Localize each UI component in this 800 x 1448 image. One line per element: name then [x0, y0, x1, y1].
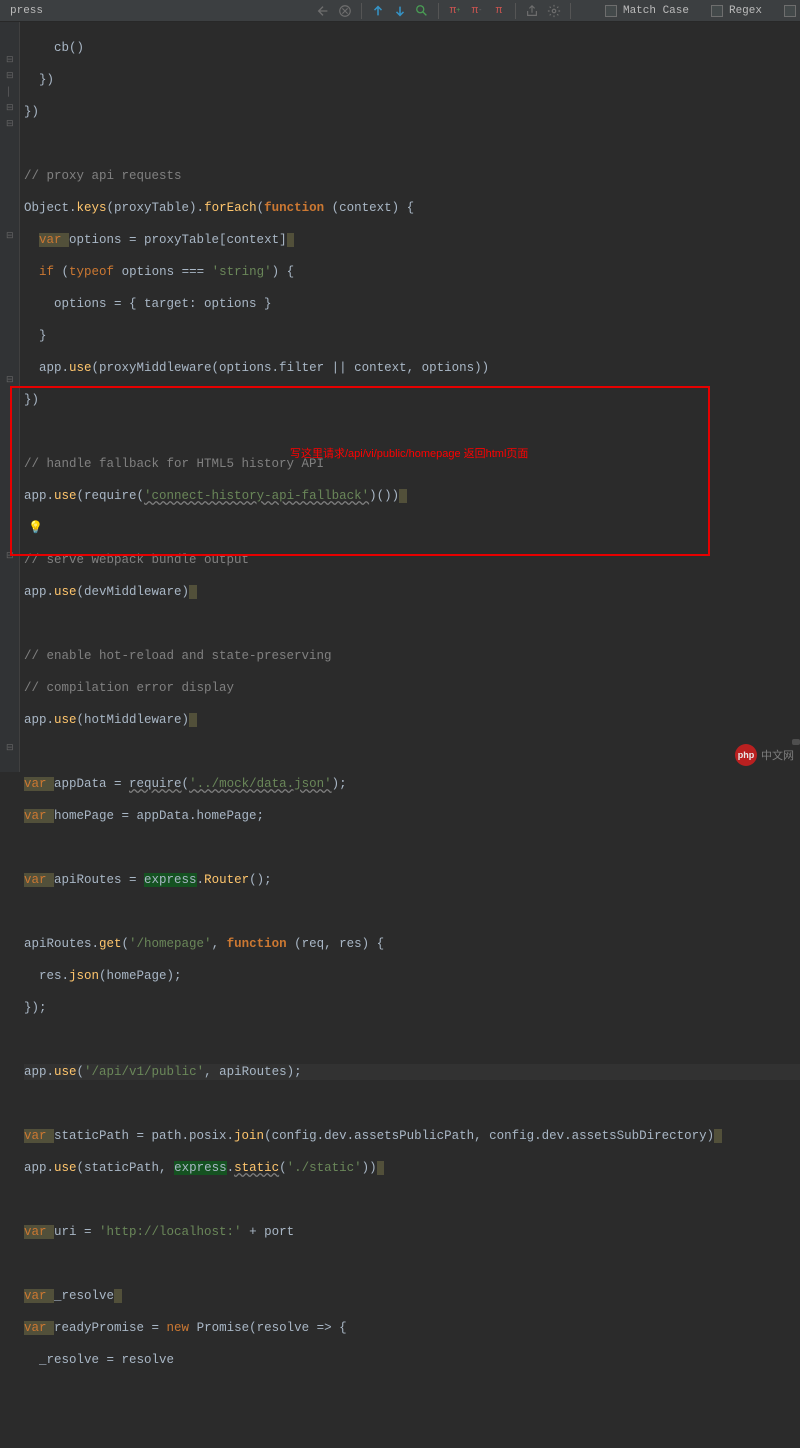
prev-icon[interactable] — [315, 3, 331, 19]
code-line: options = { target: options } — [24, 296, 800, 312]
code-line: apiRoutes.get('/homepage', function (req… — [24, 936, 800, 952]
editor-toolbar: press π+ π- π Match Case Regex — [0, 0, 800, 22]
code-line: app.use(require('connect-history-api-fal… — [24, 488, 800, 504]
match-case-label: Match Case — [623, 5, 689, 17]
arrow-down-icon[interactable] — [392, 3, 408, 19]
code-line: app.use(staticPath, express.static('./st… — [24, 1160, 800, 1176]
watermark-badge: php — [735, 744, 757, 766]
close-icon[interactable] — [337, 3, 353, 19]
annotation-text: 写这里请求/api/vi/public/homepage 返回html页面 — [290, 446, 528, 462]
code-line: // proxy api requests — [24, 168, 800, 184]
arrow-up-icon[interactable] — [370, 3, 386, 19]
pi-remove-icon[interactable]: π- — [469, 3, 485, 19]
regex-label: Regex — [729, 5, 762, 17]
code-line: var readyPromise = new Promise(resolve =… — [24, 1320, 800, 1336]
code-line: var options = proxyTable[context] — [24, 232, 800, 248]
code-line: }) — [24, 392, 800, 408]
code-line: var homePage = appData.homePage; — [24, 808, 800, 824]
code-line: var appData = require('../mock/data.json… — [24, 776, 800, 792]
code-line — [24, 1256, 800, 1272]
code-line — [24, 904, 800, 920]
code-line: cb() — [24, 40, 800, 56]
code-line — [24, 1096, 800, 1112]
code-line: res.json(homePage); — [24, 968, 800, 984]
file-tab[interactable]: press — [4, 3, 49, 19]
pi-icon[interactable]: π — [491, 3, 507, 19]
lightbulb-icon[interactable]: 💡 — [28, 520, 43, 535]
code-line: app.use(proxyMiddleware(options.filter |… — [24, 360, 800, 376]
pi-add-icon[interactable]: π+ — [447, 3, 463, 19]
code-line: var _resolve — [24, 1288, 800, 1304]
code-line: }) — [24, 72, 800, 88]
separator — [570, 3, 571, 19]
extra-checkbox[interactable] — [784, 5, 796, 17]
watermark-text: 中文网 — [761, 747, 794, 763]
code-line — [24, 1192, 800, 1208]
code-editor[interactable]: ⊟ ⊟ │ ⊟ ⊟ ⊟ ⊟ ⊟ ⊟ cb() }) }) // proxy ap… — [0, 22, 800, 772]
code-line: }) — [24, 104, 800, 120]
code-line — [24, 424, 800, 440]
code-area[interactable]: cb() }) }) // proxy api requests Object.… — [20, 22, 800, 772]
regex-checkbox[interactable] — [711, 5, 723, 17]
code-line — [24, 520, 800, 536]
code-line — [24, 744, 800, 760]
code-line: var uri = 'http://localhost:' + port — [24, 1224, 800, 1240]
match-case-checkbox[interactable] — [605, 5, 617, 17]
code-line: var apiRoutes = express.Router(); — [24, 872, 800, 888]
code-line: Object.keys(proxyTable).forEach(function… — [24, 200, 800, 216]
code-line: if (typeof options === 'string') { — [24, 264, 800, 280]
watermark: php 中文网 — [735, 744, 794, 766]
separator — [438, 3, 439, 19]
export-icon[interactable] — [524, 3, 540, 19]
code-line: // compilation error display — [24, 680, 800, 696]
find-icon[interactable] — [414, 3, 430, 19]
separator — [515, 3, 516, 19]
code-line — [24, 840, 800, 856]
gutter[interactable]: ⊟ ⊟ │ ⊟ ⊟ ⊟ ⊟ ⊟ ⊟ — [0, 22, 20, 772]
code-line: app.use(hotMiddleware) — [24, 712, 800, 728]
code-line: } — [24, 328, 800, 344]
code-line — [24, 136, 800, 152]
code-line — [24, 1032, 800, 1048]
code-line: _resolve = resolve — [24, 1352, 800, 1368]
separator — [361, 3, 362, 19]
code-line: // enable hot-reload and state-preservin… — [24, 648, 800, 664]
gear-icon[interactable] — [546, 3, 562, 19]
code-line: app.use(devMiddleware) — [24, 584, 800, 600]
code-line: // serve webpack bundle output — [24, 552, 800, 568]
code-line: var staticPath = path.posix.join(config.… — [24, 1128, 800, 1144]
code-line-current: app.use('/api/v1/public', apiRoutes); — [24, 1064, 800, 1080]
code-line: }); — [24, 1000, 800, 1016]
code-line — [24, 616, 800, 632]
